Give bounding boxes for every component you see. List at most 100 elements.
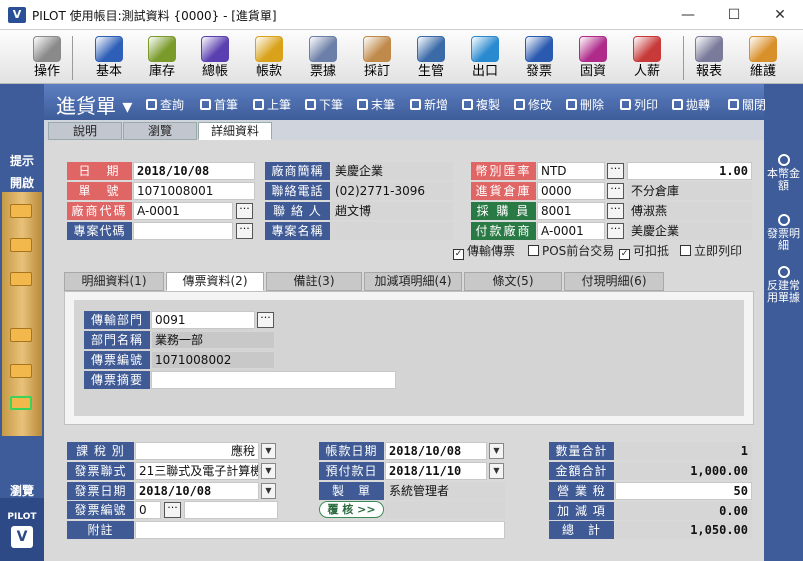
toolbar-export-button[interactable]: 出口 — [460, 32, 510, 84]
chevron-down-icon[interactable]: ▼ — [261, 443, 276, 459]
amount-total-label: 金額合計 — [549, 462, 614, 480]
folder-icon[interactable] — [10, 396, 32, 410]
sidebar-hint[interactable]: 提示 — [0, 152, 44, 169]
buyer-field[interactable]: 8001 — [537, 202, 605, 220]
document-title[interactable]: 進貨單 ▾ — [56, 90, 132, 119]
toolbar-accounts-button[interactable]: 帳款 — [244, 32, 294, 84]
warehouse-field[interactable]: 0000 — [537, 182, 605, 200]
minimize-button[interactable]: — — [665, 0, 711, 30]
folder-icon[interactable] — [10, 238, 32, 252]
invoice-no-label: 發票編號 — [67, 501, 134, 519]
copy-button[interactable]: 複製 — [462, 96, 500, 113]
toolbar-notes-button[interactable]: 票據 — [298, 32, 348, 84]
link-local-currency[interactable]: 本幣金額 — [764, 154, 803, 192]
tab-details[interactable]: 詳細資料 — [198, 122, 272, 140]
subtab-detail[interactable]: 明細資料(1) — [64, 272, 164, 291]
toolbar-operate-button[interactable]: 操作 — [22, 32, 72, 84]
review-button[interactable]: 覆 核 >> — [319, 501, 384, 518]
toolbar-inventory-button[interactable]: 庫存 — [137, 32, 187, 84]
date-field[interactable]: 2018/10/08 — [133, 162, 255, 180]
invoice-date-field[interactable]: 2018/10/08 — [135, 482, 259, 500]
pay-date-field[interactable]: 2018/11/10 — [385, 462, 487, 480]
warehouse-lookup-button[interactable]: ··· — [607, 183, 624, 199]
chevron-down-icon[interactable]: ▼ — [489, 463, 504, 479]
exchange-rate-field[interactable]: 1.00 — [627, 162, 752, 180]
chevron-down-icon[interactable]: ▼ — [261, 483, 276, 499]
folder-icon[interactable] — [10, 204, 32, 218]
note-field[interactable] — [135, 521, 505, 539]
subtab-terms[interactable]: 條文(5) — [464, 272, 562, 291]
business-tax-field[interactable]: 50 — [615, 482, 752, 500]
toolbar-production-button[interactable]: 生管 — [406, 32, 456, 84]
dept-field[interactable]: 0091 — [151, 311, 255, 329]
invoice-form-select[interactable]: 21三聯式及電子計算機 — [135, 462, 259, 480]
toolbar-assets-button[interactable]: 固資 — [568, 32, 618, 84]
toolbar-maintenance-button[interactable]: 維護 — [738, 32, 788, 84]
transfer-voucher-checkbox[interactable]: ✓ 傳輸傳票 — [453, 243, 515, 260]
date-label: 日 期 — [67, 162, 132, 180]
project-lookup-button[interactable]: ··· — [236, 223, 253, 239]
tab-description[interactable]: 說明 — [48, 122, 122, 140]
account-date-field[interactable]: 2018/10/08 — [385, 442, 487, 460]
toolbar-basic-button[interactable]: 基本 — [84, 32, 134, 84]
subtab-notes[interactable]: 備註(3) — [266, 272, 362, 291]
invoice-no-extra-field[interactable] — [184, 501, 278, 519]
payer-lookup-button[interactable]: ··· — [607, 223, 624, 239]
folder-icon[interactable] — [10, 328, 32, 342]
currency-field[interactable]: NTD — [537, 162, 605, 180]
tax-type-select[interactable]: 應稅 — [135, 442, 259, 460]
close-doc-button[interactable]: 關閉 — [728, 96, 766, 113]
summary-field[interactable] — [151, 371, 396, 389]
prev-button[interactable]: 上筆 — [253, 96, 291, 113]
print-now-checkbox[interactable]: 立即列印 — [680, 243, 742, 259]
delete-button[interactable]: 刪除 — [566, 96, 604, 113]
search-icon — [777, 154, 790, 166]
toolbar-purchase-button[interactable]: 採訂 — [352, 32, 402, 84]
summary-label: 傳票摘要 — [84, 371, 150, 389]
project-code-field[interactable] — [133, 222, 233, 240]
ledger-icon — [201, 36, 229, 62]
query-button[interactable]: 查詢 — [146, 96, 184, 113]
vendor-code-field[interactable]: A-0001 — [133, 202, 233, 220]
folder-icon[interactable] — [10, 364, 32, 378]
add-button[interactable]: 新增 — [410, 96, 448, 113]
tab-browse[interactable]: 瀏覽 — [123, 122, 197, 140]
currency-lookup-button[interactable]: ··· — [607, 163, 624, 179]
action-label: 末筆 — [371, 98, 396, 112]
print-icon — [620, 99, 631, 110]
qty-total-field: 1 — [615, 442, 752, 460]
toolbar-label: 發票 — [525, 64, 552, 79]
toolbar-ledger-button[interactable]: 總帳 — [190, 32, 240, 84]
last-button[interactable]: 末筆 — [357, 96, 395, 113]
toolbar-reports-button[interactable]: 報表 — [684, 32, 734, 84]
subtab-voucher[interactable]: 傳票資料(2) — [166, 272, 264, 291]
deductible-checkbox[interactable]: ✓ 可扣抵 — [619, 243, 669, 260]
sidebar-browse[interactable]: 瀏覽 — [0, 482, 44, 499]
first-button[interactable]: 首筆 — [200, 96, 238, 113]
folder-icon[interactable] — [10, 272, 32, 286]
toolbar-payroll-button[interactable]: 人薪 — [622, 32, 672, 84]
invoice-lookup-button[interactable]: ··· — [164, 502, 181, 518]
transfer-button[interactable]: 拋轉 — [672, 96, 710, 113]
vendor-lookup-button[interactable]: ··· — [236, 203, 253, 219]
sidebar-open[interactable]: 開啟 — [0, 174, 44, 191]
basic-icon — [95, 36, 123, 62]
toolbar-invoice-button[interactable]: 發票 — [514, 32, 564, 84]
pos-checkbox[interactable]: POS前台交易 — [528, 243, 614, 259]
next-button[interactable]: 下筆 — [305, 96, 343, 113]
subtab-cash[interactable]: 付現明細(6) — [564, 272, 664, 291]
dept-lookup-button[interactable]: ··· — [257, 312, 274, 328]
edit-button[interactable]: 修改 — [514, 96, 552, 113]
print-button[interactable]: 列印 — [620, 96, 658, 113]
chevron-down-icon[interactable]: ▼ — [261, 463, 276, 479]
doc-no-field[interactable]: 1071008001 — [133, 182, 255, 200]
buyer-lookup-button[interactable]: ··· — [607, 203, 624, 219]
link-invoice-detail[interactable]: 發票明細 — [764, 214, 803, 252]
chevron-down-icon[interactable]: ▼ — [489, 443, 504, 459]
payer-field[interactable]: A-0001 — [537, 222, 605, 240]
close-button[interactable]: ✕ — [757, 0, 803, 30]
subtab-adjustments[interactable]: 加減項明細(4) — [364, 272, 462, 291]
link-common-docs[interactable]: 反建常用單據 — [764, 266, 803, 304]
invoice-no-field[interactable]: 0 — [135, 501, 161, 519]
maximize-button[interactable]: ☐ — [711, 0, 757, 30]
